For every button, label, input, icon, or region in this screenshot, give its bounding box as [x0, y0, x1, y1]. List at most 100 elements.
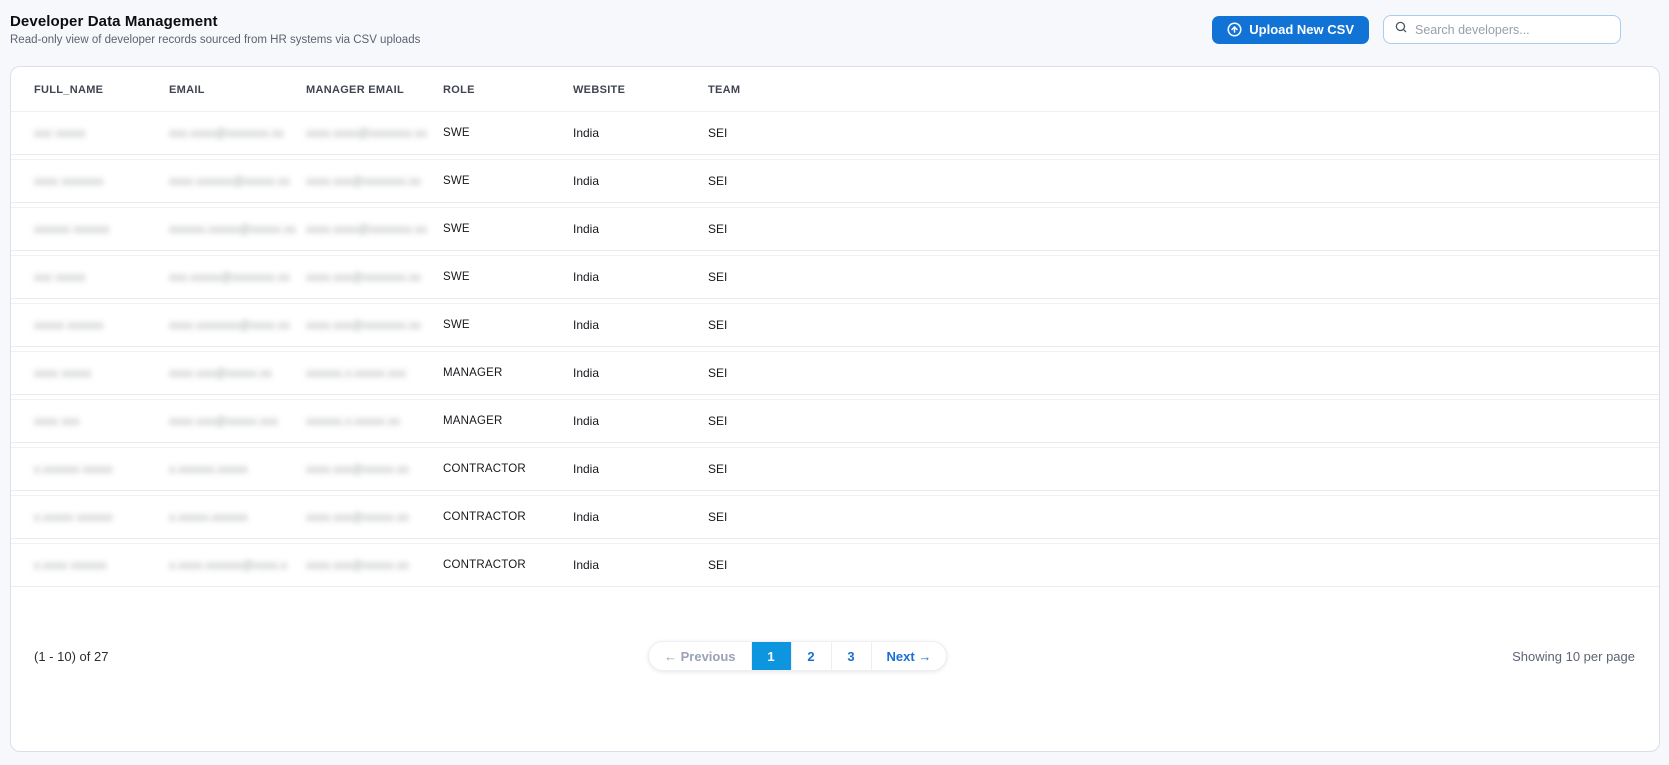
- table-row: xxx xxxxx xxx.xxxx@xxxxxxx.xx xxxx.xxxx@…: [11, 111, 1659, 155]
- page-subtitle: Read-only view of developer records sour…: [10, 34, 421, 46]
- redacted-email: xxxxxx.xxxxx@xxxxx.xx: [169, 222, 296, 236]
- cell-full-name: xxxxxx xxxxxx: [34, 222, 169, 236]
- redacted-email: x.xxxxx.xxxxxx: [169, 510, 248, 524]
- cell-manager-email: xxxx.xxx@xxxxx.xx: [306, 462, 443, 476]
- redacted-full-name: x.xxxxxx xxxxx: [34, 462, 113, 476]
- cell-website: India: [573, 318, 600, 332]
- cell-website: India: [573, 222, 600, 236]
- cell-full-name: x.xxxx xxxxxx: [34, 558, 169, 572]
- cell-website: India: [573, 462, 600, 476]
- page-button-3[interactable]: 3: [830, 642, 871, 670]
- redacted-manager-email: xxxx.xxx@xxxxxxx.xx: [306, 318, 421, 332]
- cell-team: SEI: [708, 366, 728, 380]
- cell-role: MANAGER: [443, 415, 503, 427]
- table-row: x.xxxxxx xxxxx x.xxxxxx.xxxxx xxxx.xxx@x…: [11, 447, 1659, 491]
- next-page-button[interactable]: Next →: [870, 642, 947, 670]
- column-header-team: TEAM: [708, 84, 741, 96]
- cell-role: MANAGER: [443, 367, 503, 379]
- cell-website: India: [573, 414, 600, 428]
- redacted-email: xxx.xxxxx@xxxxxxx.xx: [169, 270, 290, 284]
- cell-manager-email: xxxx.xxx@xxxxx.xx: [306, 558, 443, 572]
- column-header-full-name: FULL_NAME: [34, 84, 104, 96]
- cell-website: India: [573, 270, 600, 284]
- redacted-manager-email: xxxx.xxx@xxxxx.xx: [306, 558, 409, 572]
- cell-full-name: xxxxx xxxxxx: [34, 318, 169, 332]
- cell-manager-email: xxxx.xxx@xxxxxxx.xx: [306, 318, 443, 332]
- table-body: xxx xxxxx xxx.xxxx@xxxxxxx.xx xxxx.xxxx@…: [11, 111, 1659, 587]
- redacted-email: xxx.xxxx@xxxxxxx.xx: [169, 126, 284, 140]
- cell-team: SEI: [708, 558, 728, 572]
- cell-email: xxxx.xxx@xxxxx.xxx: [169, 414, 306, 428]
- cell-role: SWE: [443, 271, 470, 283]
- redacted-email: xxxx.xxx@xxxxx.xxx: [169, 414, 278, 428]
- redacted-email: x.xxxxxx.xxxxx: [169, 462, 248, 476]
- redacted-full-name: x.xxxx xxxxxx: [34, 558, 107, 572]
- cell-team: SEI: [708, 414, 728, 428]
- range-text: (1 - 10) of 27: [34, 648, 109, 664]
- cell-full-name: xxxx xxxxx: [34, 366, 169, 380]
- page-title: Developer Data Management: [10, 13, 218, 30]
- cell-role: SWE: [443, 175, 470, 187]
- cell-website: India: [573, 174, 600, 188]
- search-icon: [1394, 20, 1408, 39]
- cell-role: CONTRACTOR: [443, 511, 526, 523]
- cell-manager-email: xxxxxx.x.xxxxx.xxx: [306, 366, 443, 380]
- upload-csv-label: Upload New CSV: [1249, 22, 1354, 37]
- cell-manager-email: xxxx.xxxx@xxxxxxx.xx: [306, 126, 443, 140]
- redacted-email: xxxx.xxx@xxxxx.xx: [169, 366, 272, 380]
- cell-website: India: [573, 510, 600, 524]
- search-box: [1383, 15, 1621, 44]
- cell-full-name: xxxx xxx: [34, 414, 169, 428]
- cell-team: SEI: [708, 174, 728, 188]
- cell-role: SWE: [443, 319, 470, 331]
- cell-manager-email: xxxx.xxx@xxxxxxx.xx: [306, 270, 443, 284]
- redacted-manager-email: xxxxxx.x.xxxxx.xx: [306, 414, 401, 428]
- redacted-full-name: x.xxxxx xxxxxx: [34, 510, 113, 524]
- page-button-2[interactable]: 2: [790, 642, 831, 670]
- developers-table-card: FULL_NAME EMAIL MANAGER EMAIL ROLE WEBSI…: [10, 66, 1660, 752]
- redacted-full-name: xxxx xxx: [34, 414, 80, 428]
- table-row: xxxx xxx xxxx.xxx@xxxxx.xxx xxxxxx.x.xxx…: [11, 399, 1659, 443]
- cell-team: SEI: [708, 510, 728, 524]
- cell-team: SEI: [708, 318, 728, 332]
- table-row: x.xxxx xxxxxx x.xxxx.xxxxxx@xxxx.x xxxx.…: [11, 543, 1659, 587]
- cell-role: SWE: [443, 127, 470, 139]
- table-row: xxx xxxxx xxx.xxxxx@xxxxxxx.xx xxxx.xxx@…: [11, 255, 1659, 299]
- cell-website: India: [573, 126, 600, 140]
- cell-full-name: xxx xxxxx: [34, 270, 169, 284]
- cell-full-name: xxx xxxxx: [34, 126, 169, 140]
- cell-role: SWE: [443, 223, 470, 235]
- column-header-website: WEBSITE: [573, 84, 626, 96]
- toolbar-actions: Upload New CSV: [1212, 15, 1621, 44]
- redacted-manager-email: xxxxxx.x.xxxxx.xxx: [306, 366, 407, 380]
- cell-website: India: [573, 558, 600, 572]
- cell-team: SEI: [708, 222, 728, 236]
- arrow-up-circle-icon: [1227, 22, 1242, 37]
- topbar: Developer Data Management Read-only view…: [0, 0, 1669, 66]
- redacted-full-name: xxxxxx xxxxxx: [34, 222, 110, 236]
- cell-manager-email: xxxx.xxxx@xxxxxxx.xx: [306, 222, 443, 236]
- table-row: xxxx xxxxxxx xxxx.xxxxxx@xxxxx.xx xxxx.x…: [11, 159, 1659, 203]
- cell-website: India: [573, 366, 600, 380]
- redacted-manager-email: xxxx.xxxx@xxxxxxx.xx: [306, 222, 427, 236]
- table-row: xxxxx xxxxxx xxxx.xxxxxxx@xxxx.xx xxxx.x…: [11, 303, 1659, 347]
- column-header-manager-email: MANAGER EMAIL: [306, 84, 405, 96]
- redacted-email: xxxx.xxxxxx@xxxxx.xx: [169, 174, 290, 188]
- redacted-full-name: xxxxx xxxxxx: [34, 318, 104, 332]
- previous-page-button[interactable]: ← Previous: [649, 642, 751, 670]
- redacted-manager-email: xxxx.xxx@xxxxxxx.xx: [306, 174, 421, 188]
- page-button-1[interactable]: 1: [750, 642, 791, 670]
- redacted-manager-email: xxxx.xxxx@xxxxxxx.xx: [306, 126, 427, 140]
- cell-email: xxxx.xxxxxx@xxxxx.xx: [169, 174, 306, 188]
- cell-role: CONTRACTOR: [443, 463, 526, 475]
- search-input[interactable]: [1415, 22, 1610, 37]
- cell-email: x.xxxxxx.xxxxx: [169, 462, 306, 476]
- cell-email: xxxx.xxxxxxx@xxxx.xx: [169, 318, 306, 332]
- cell-email: x.xxxxx.xxxxxx: [169, 510, 306, 524]
- redacted-manager-email: xxxx.xxx@xxxxxxx.xx: [306, 270, 421, 284]
- upload-csv-button[interactable]: Upload New CSV: [1212, 15, 1369, 44]
- cell-team: SEI: [708, 126, 728, 140]
- cell-manager-email: xxxxxx.x.xxxxx.xx: [306, 414, 443, 428]
- cell-manager-email: xxxx.xxx@xxxxx.xx: [306, 510, 443, 524]
- per-page-text: Showing 10 per page: [1512, 648, 1635, 664]
